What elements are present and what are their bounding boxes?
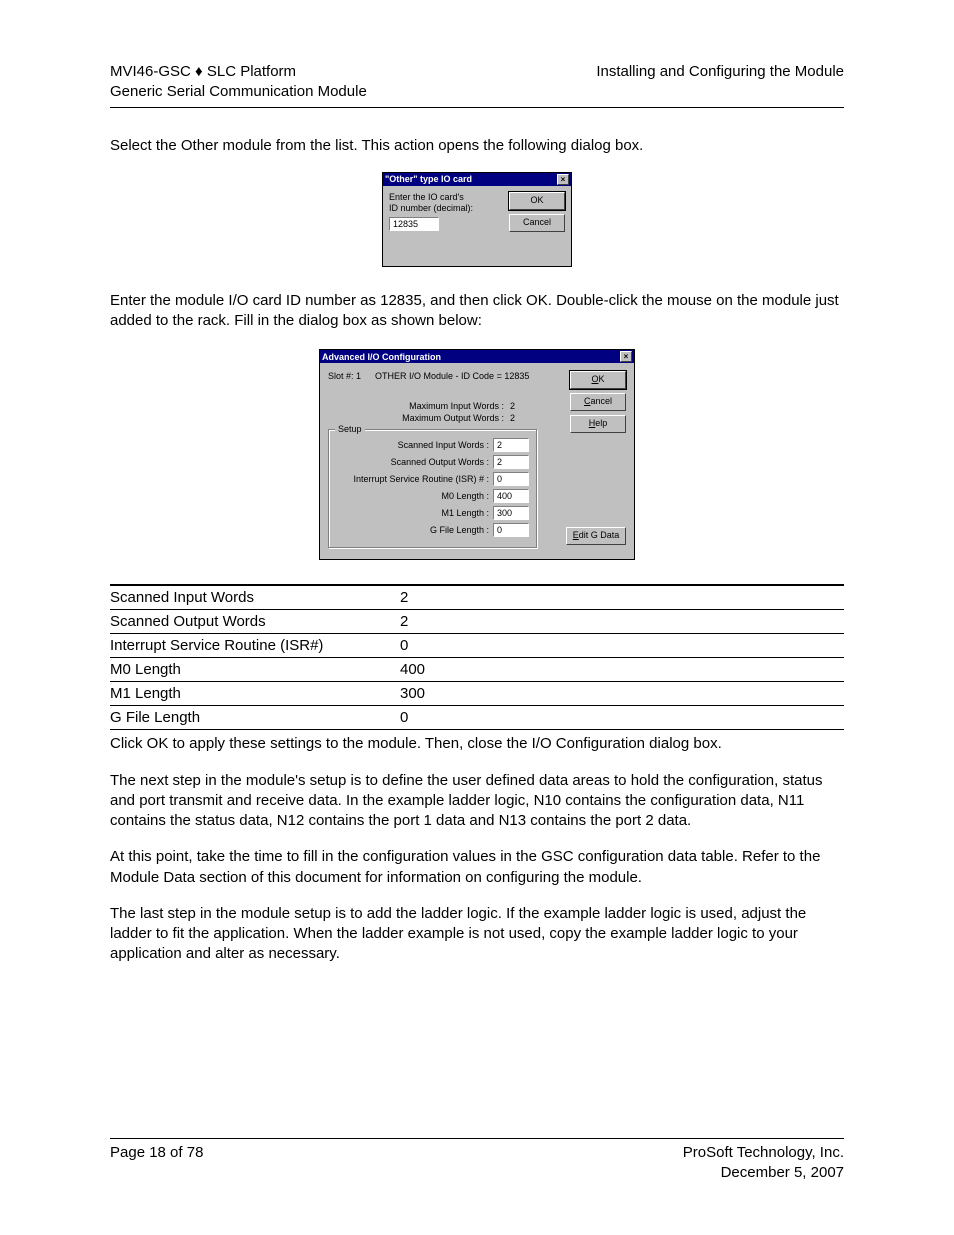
m0-label: M0 Length :	[337, 491, 493, 501]
scanned-output-label: Scanned Output Words :	[337, 457, 493, 467]
header-right-1: Installing and Configuring the Module	[596, 62, 844, 82]
ok-button[interactable]: OK	[509, 192, 565, 210]
header-left-1: MVI46-GSC ♦ SLC Platform	[110, 62, 367, 82]
isr-label: Interrupt Service Routine (ISR) # :	[337, 474, 493, 484]
header-left-2: Generic Serial Communication Module	[110, 82, 367, 102]
paragraph-4: The next step in the module's setup is t…	[110, 771, 844, 832]
slot-number: Slot #: 1	[328, 371, 361, 381]
m1-label: M1 Length :	[337, 508, 493, 518]
dialog2-titlebar: Advanced I/O Configuration ×	[320, 350, 634, 363]
other-type-io-dialog: "Other" type IO card × Enter the IO card…	[382, 172, 572, 267]
paragraph-2: Enter the module I/O card ID number as 1…	[110, 291, 844, 332]
table-row: M0 Length400	[110, 658, 844, 682]
table-row: Scanned Output Words2	[110, 610, 844, 634]
table-row: G File Length0	[110, 706, 844, 730]
m1-field[interactable]: 300	[493, 506, 529, 520]
scanned-output-field[interactable]: 2	[493, 455, 529, 469]
settings-table: Scanned Input Words2 Scanned Output Word…	[110, 584, 844, 730]
paragraph-5: At this point, take the time to fill in …	[110, 847, 844, 888]
scanned-input-field[interactable]: 2	[493, 438, 529, 452]
isr-field[interactable]: 0	[493, 472, 529, 486]
dialog1-title: "Other" type IO card	[385, 174, 472, 184]
edit-g-data-button[interactable]: Edit G Data	[566, 527, 626, 545]
dialog2-title: Advanced I/O Configuration	[322, 352, 441, 362]
page-footer: Page 18 of 78 ProSoft Technology, Inc. D…	[110, 1138, 844, 1184]
cancel-button[interactable]: Cancel	[570, 393, 626, 411]
page-header: MVI46-GSC ♦ SLC Platform Generic Serial …	[110, 62, 844, 108]
setup-legend: Setup	[335, 424, 365, 434]
close-icon[interactable]: ×	[620, 351, 632, 362]
paragraph-1: Select the Other module from the list. T…	[110, 136, 844, 156]
max-output-label: Maximum Output Words :	[402, 413, 510, 423]
footer-right-2: December 5, 2007	[721, 1164, 844, 1181]
max-input-label: Maximum Input Words :	[409, 401, 510, 411]
setup-fieldset: Setup Scanned Input Words :2 Scanned Out…	[328, 429, 538, 549]
max-output-value: 2	[510, 413, 528, 423]
help-button[interactable]: Help	[570, 415, 626, 433]
dialog1-label-1: Enter the IO card's	[389, 192, 464, 202]
max-input-value: 2	[510, 401, 528, 411]
footer-right-1: ProSoft Technology, Inc.	[683, 1144, 844, 1161]
cancel-button[interactable]: Cancel	[509, 214, 565, 232]
table-row: M1 Length300	[110, 682, 844, 706]
advanced-io-config-dialog: Advanced I/O Configuration × OK Cancel H…	[319, 349, 635, 560]
paragraph-6: The last step in the module setup is to …	[110, 904, 844, 965]
close-icon[interactable]: ×	[557, 174, 569, 185]
slot-description: OTHER I/O Module - ID Code = 12835	[375, 371, 529, 381]
table-row: Interrupt Service Routine (ISR#)0	[110, 634, 844, 658]
ok-button[interactable]: OK	[570, 371, 626, 389]
table-row: Scanned Input Words2	[110, 585, 844, 610]
footer-left: Page 18 of 78	[110, 1143, 203, 1184]
io-id-input[interactable]: 12835	[389, 217, 439, 231]
m0-field[interactable]: 400	[493, 489, 529, 503]
paragraph-3: Click OK to apply these settings to the …	[110, 734, 844, 754]
dialog1-label-2: ID number (decimal):	[389, 203, 473, 213]
gfile-field[interactable]: 0	[493, 523, 529, 537]
scanned-input-label: Scanned Input Words :	[337, 440, 493, 450]
dialog1-titlebar: "Other" type IO card ×	[383, 173, 571, 186]
gfile-label: G File Length :	[337, 525, 493, 535]
